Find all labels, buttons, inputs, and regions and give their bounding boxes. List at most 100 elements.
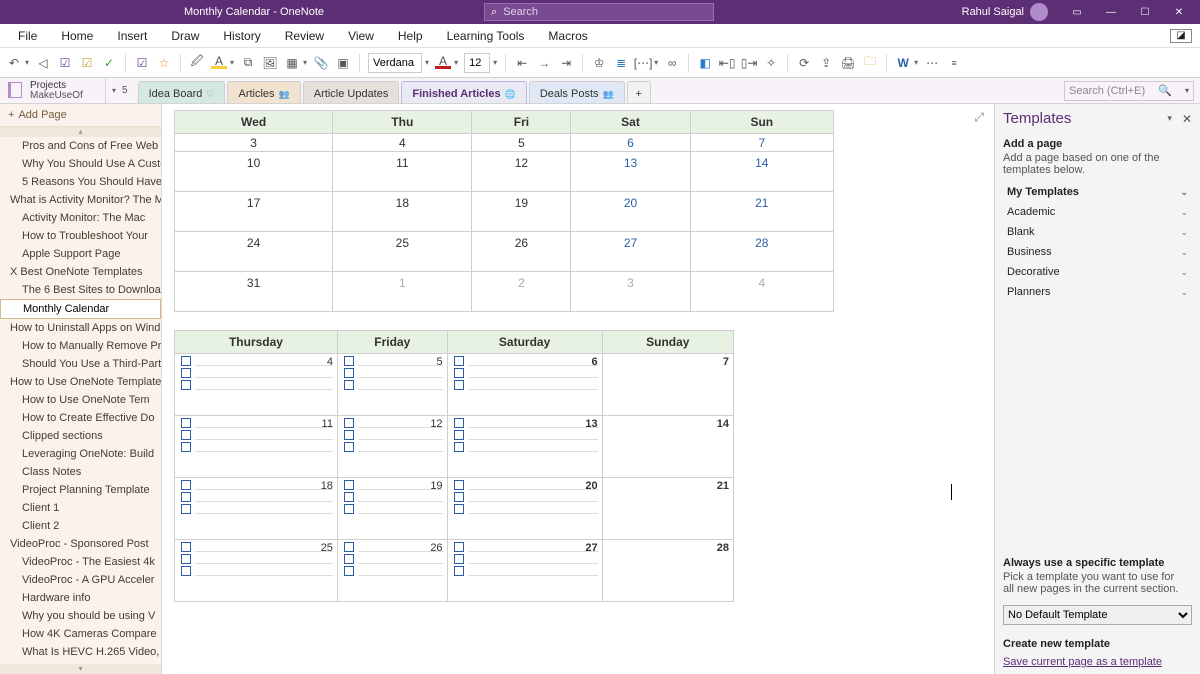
menu-history[interactable]: History xyxy=(213,26,270,46)
page-list-item[interactable]: How to Manually Remove Pro xyxy=(0,337,161,355)
page-list-item[interactable]: Should You Use a Third-Party xyxy=(0,355,161,373)
chevron-down-icon[interactable]: ▾ xyxy=(1185,86,1189,95)
checkbox[interactable] xyxy=(344,554,354,564)
checkbox[interactable] xyxy=(344,504,354,514)
checkbox[interactable] xyxy=(344,492,354,502)
undo-icon[interactable]: ↶ xyxy=(6,55,22,71)
menu-help[interactable]: Help xyxy=(388,26,433,46)
font-family-select[interactable] xyxy=(368,53,422,73)
page-list-item[interactable]: Class Notes xyxy=(0,463,161,481)
save-template-link[interactable]: Save current page as a template xyxy=(1003,656,1162,668)
page-list-item[interactable]: Project Planning Template xyxy=(0,481,161,499)
page-list-item[interactable]: Monthly Calendar xyxy=(0,299,161,319)
page-list-item[interactable]: Why You Should Use A Custo xyxy=(0,155,161,173)
template-category[interactable]: Planners⌄ xyxy=(995,282,1200,302)
checkbox[interactable] xyxy=(454,380,464,390)
expand-icon[interactable]: ⤢ xyxy=(974,110,984,125)
print-icon[interactable]: 🖨 xyxy=(840,55,856,71)
format-painter-icon[interactable]: 🖉 xyxy=(189,55,205,71)
more-icon[interactable]: ⋯ xyxy=(924,55,940,71)
page-list-item[interactable]: 4 Factors to Consider Whe xyxy=(0,661,161,664)
template-category[interactable]: Business⌄ xyxy=(995,242,1200,262)
page-list-item[interactable]: How to Troubleshoot Your xyxy=(0,227,161,245)
checkbox[interactable] xyxy=(181,442,191,452)
add-section-button[interactable]: + xyxy=(627,81,651,103)
infinity-icon[interactable]: ∞ xyxy=(664,55,680,71)
sync-icon[interactable]: ⟳ xyxy=(796,55,812,71)
table-icon[interactable]: ▦ xyxy=(284,55,300,71)
font-color-icon[interactable]: A xyxy=(435,56,451,69)
checkbox[interactable] xyxy=(181,554,191,564)
page-list-item[interactable]: Clipped sections xyxy=(0,427,161,445)
pin-icon[interactable]: ✧ xyxy=(763,55,779,71)
page-list-item[interactable]: How to Uninstall Apps on Windo xyxy=(0,319,161,337)
page-canvas[interactable]: ⤢ WedThuFriSatSun 34567 1011121314 17181… xyxy=(162,104,994,674)
templates-dropdown-icon[interactable]: ▾ xyxy=(1167,113,1172,124)
scroll-up-button[interactable]: ▴ xyxy=(0,127,161,137)
page-list-item[interactable]: VideoProc - The Easiest 4k xyxy=(0,553,161,571)
minimize-button[interactable]: — xyxy=(1094,0,1128,24)
checkbox[interactable] xyxy=(181,480,191,490)
global-search[interactable]: ⌕ xyxy=(484,3,714,21)
checkbox[interactable] xyxy=(454,418,464,428)
collapse-ribbon-icon[interactable]: ◪ xyxy=(1170,29,1192,43)
back-icon[interactable]: ◁ xyxy=(35,55,51,71)
checkbox[interactable] xyxy=(181,368,191,378)
checkbox[interactable] xyxy=(181,430,191,440)
attach-icon[interactable]: 📎 xyxy=(313,55,329,71)
page-list-item[interactable]: Pros and Cons of Free Web H xyxy=(0,137,161,155)
page-list-item[interactable]: How 4K Cameras Compare xyxy=(0,625,161,643)
template-category[interactable]: Academic⌄ xyxy=(995,202,1200,222)
checkbox[interactable] xyxy=(454,480,464,490)
checkbox[interactable] xyxy=(454,504,464,514)
page-list-item[interactable]: How to Create Effective Do xyxy=(0,409,161,427)
custom-tool2-icon[interactable]: ≣ xyxy=(613,55,629,71)
tab-article-updates[interactable]: Article Updates xyxy=(303,81,400,103)
checkbox[interactable] xyxy=(181,380,191,390)
maximize-button[interactable]: ☐ xyxy=(1128,0,1162,24)
important-tag-icon[interactable]: ☑ xyxy=(134,55,150,71)
font-size-select[interactable] xyxy=(464,53,490,73)
checkbox[interactable] xyxy=(181,504,191,514)
checkbox[interactable] xyxy=(181,492,191,502)
dock-next-icon[interactable]: ▯⇥ xyxy=(741,55,757,71)
tab-finished-articles[interactable]: Finished Articles🌐 xyxy=(401,81,526,103)
page-list-item[interactable]: The 6 Best Sites to Download xyxy=(0,281,161,299)
menu-insert[interactable]: Insert xyxy=(107,26,157,46)
notebook-dropdown-icon[interactable]: ▾ xyxy=(106,86,122,95)
page-list-item[interactable]: Hardware info xyxy=(0,589,161,607)
checkbox[interactable] xyxy=(344,442,354,452)
checkbox[interactable] xyxy=(454,368,464,378)
page-list-item[interactable]: VideoProc - A GPU Acceler xyxy=(0,571,161,589)
link-icon[interactable]: ⧉ xyxy=(240,55,256,71)
tab-idea-board[interactable]: Idea Board♡ xyxy=(138,81,226,103)
checkbox[interactable] xyxy=(454,492,464,502)
picture-icon[interactable]: 🖼 xyxy=(262,55,278,71)
menu-macros[interactable]: Macros xyxy=(538,26,597,46)
page-list-item[interactable]: Apple Support Page xyxy=(0,245,161,263)
tag-icon[interactable]: ☑ xyxy=(79,55,95,71)
menu-home[interactable]: Home xyxy=(51,26,103,46)
checkbox[interactable] xyxy=(344,480,354,490)
scroll-down-button[interactable]: ▾ xyxy=(0,664,161,674)
checkbox[interactable] xyxy=(454,566,464,576)
checkbox[interactable] xyxy=(344,542,354,552)
checkbox[interactable] xyxy=(181,418,191,428)
word-icon[interactable]: W xyxy=(895,55,911,71)
customize-icon[interactable]: ≡ xyxy=(946,55,962,71)
page-list-item[interactable]: VideoProc - Sponsored Post xyxy=(0,535,161,553)
page-search[interactable]: Search (Ctrl+E) 🔍 ▾ xyxy=(1064,81,1194,101)
template-category[interactable]: Blank⌄ xyxy=(995,222,1200,242)
menu-view[interactable]: View xyxy=(338,26,384,46)
checkbox[interactable] xyxy=(344,356,354,366)
menu-draw[interactable]: Draw xyxy=(161,26,209,46)
tab-articles[interactable]: Articles👥 xyxy=(227,81,300,103)
menu-file[interactable]: File xyxy=(8,26,47,46)
indent-icon[interactable]: → xyxy=(536,55,552,71)
checkbox[interactable] xyxy=(344,566,354,576)
increase-indent-icon[interactable]: ⇥ xyxy=(558,55,574,71)
account-name[interactable]: Rahul Saigal xyxy=(962,3,1048,21)
menu-review[interactable]: Review xyxy=(275,26,334,46)
close-button[interactable]: ✕ xyxy=(1162,0,1196,24)
checkbox[interactable] xyxy=(344,430,354,440)
